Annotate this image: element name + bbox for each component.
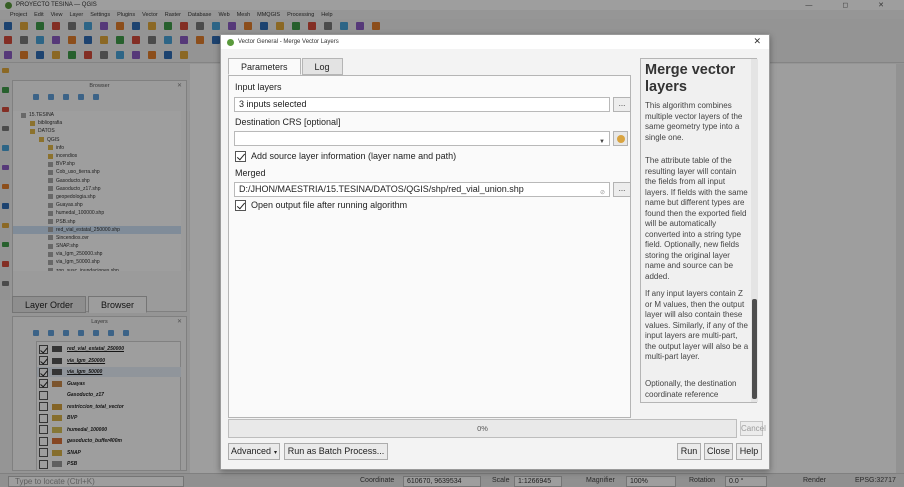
merge-vector-layers-dialog: Vector General - Merge Vector Layers ✕ P… xyxy=(220,34,770,470)
merged-output-value: D:/JHON/MAESTRIA/15.TESINA/DATOS/QGIS/sh… xyxy=(239,184,524,194)
open-output-label: Open output file after running algorithm xyxy=(251,200,408,210)
help-scroll-thumb[interactable] xyxy=(752,299,757,399)
globe-icon xyxy=(617,135,625,143)
chevron-down-icon: ▼ xyxy=(599,139,605,145)
crs-selector-button[interactable] xyxy=(613,131,628,146)
merged-output-browse-button[interactable]: ... xyxy=(613,182,631,197)
dialog-tabs: Parameters Log xyxy=(228,58,344,75)
add-source-label: Add source layer information (layer name… xyxy=(251,151,457,161)
help-scrollbar[interactable] xyxy=(751,59,758,402)
input-layers-label: Input layers xyxy=(235,82,282,92)
close-button[interactable]: Close xyxy=(704,443,733,460)
progress-bar: 0% xyxy=(228,419,737,438)
help-button[interactable]: Help xyxy=(736,443,762,460)
dialog-title: Vector General - Merge Vector Layers xyxy=(238,39,339,45)
cancel-button[interactable]: Cancel xyxy=(740,421,766,436)
progress-label: 0% xyxy=(477,424,488,433)
parameters-panel: Input layers 3 inputs selected ... Desti… xyxy=(228,75,631,418)
advanced-button-label: Advanced xyxy=(230,446,271,456)
advanced-button[interactable]: Advanced ▾ xyxy=(228,443,280,460)
input-layers-browse-button[interactable]: ... xyxy=(613,97,631,112)
input-layers-field[interactable]: 3 inputs selected xyxy=(234,97,610,112)
merged-label: Merged xyxy=(235,168,266,178)
run-button[interactable]: Run xyxy=(677,443,701,460)
help-paragraph-2: The attribute table of the resulting lay… xyxy=(645,156,748,281)
help-paragraph-3: If any input layers contain Z or M value… xyxy=(645,289,749,361)
help-title: Merge vector layers xyxy=(645,62,736,95)
tab-log[interactable]: Log xyxy=(301,58,343,75)
crs-label: Destination CRS [optional] xyxy=(235,117,341,127)
help-paragraph-4: Optionally, the destination coordinate r… xyxy=(645,379,737,399)
chevron-down-icon: ▾ xyxy=(274,450,278,456)
tab-parameters[interactable]: Parameters xyxy=(228,58,301,75)
crs-select[interactable]: ▼ xyxy=(234,131,610,146)
qgis-small-icon xyxy=(227,38,234,46)
dialog-close-icon[interactable]: ✕ xyxy=(753,36,761,47)
merged-output-field[interactable]: D:/JHON/MAESTRIA/15.TESINA/DATOS/QGIS/sh… xyxy=(234,182,610,197)
add-source-checkbox[interactable] xyxy=(235,151,246,162)
help-paragraph-1: This algorithm combines multiple vector … xyxy=(645,101,743,142)
run-batch-button[interactable]: Run as Batch Process... xyxy=(284,443,388,460)
open-output-checkbox[interactable] xyxy=(235,200,246,211)
dialog-titlebar: Vector General - Merge Vector Layers ✕ xyxy=(221,35,769,49)
help-panel: Merge vector layers This algorithm combi… xyxy=(640,58,757,403)
clear-icon[interactable]: ⊘ xyxy=(600,187,605,196)
